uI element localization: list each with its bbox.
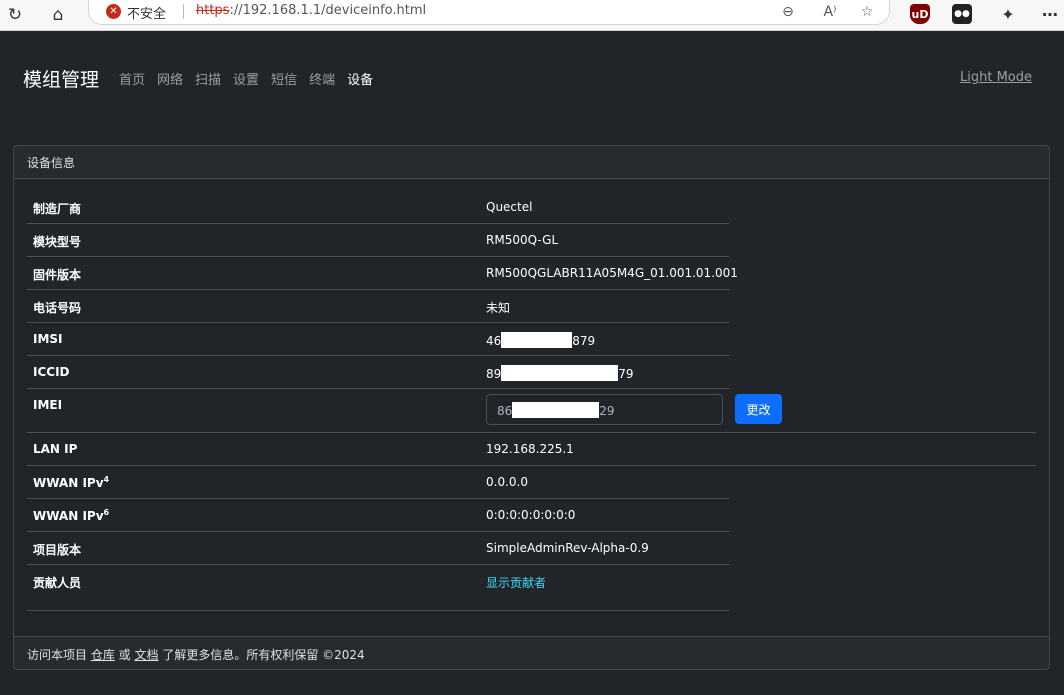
- table-row: 电话号码 未知: [27, 290, 729, 323]
- imei-suffix: 29: [599, 404, 615, 418]
- repo-link[interactable]: 仓库: [91, 648, 115, 662]
- row-label: IMEI: [33, 398, 63, 412]
- insecure-label[interactable]: 不安全: [127, 3, 166, 22]
- row-label: LAN IP: [33, 442, 78, 456]
- footer-suffix: 了解更多信息。所有权利保留 ©2024: [158, 648, 365, 662]
- label-text: WWAN IPv: [33, 476, 104, 490]
- footer-prefix: 访问本项目: [27, 648, 91, 662]
- change-imei-button[interactable]: 更改: [735, 394, 782, 424]
- url-text[interactable]: https://192.168.1.1/deviceinfo.html: [196, 3, 426, 18]
- table-row: 项目版本 SimpleAdminRev-Alpha-0.9: [27, 532, 729, 565]
- iccid-suffix: 79: [618, 367, 634, 381]
- show-contributors-link[interactable]: 显示贡献者: [486, 574, 546, 591]
- table-row: LAN IP 192.168.225.1: [27, 433, 1036, 466]
- row-label: ICCID: [33, 365, 70, 379]
- imei-input[interactable]: 86 29: [486, 394, 723, 425]
- table-row: IMSI 46 879: [27, 323, 729, 356]
- address-divider: [183, 4, 184, 19]
- table-row: IMEI 86 29 更改: [27, 389, 1036, 433]
- row-value: RM500QGLABR11A05M4G_01.001.01.001: [486, 266, 738, 280]
- card-title: 设备信息: [27, 156, 76, 170]
- imsi-suffix: 879: [572, 334, 596, 348]
- row-value: 未知: [486, 301, 511, 315]
- nav-settings[interactable]: 设置: [233, 69, 259, 88]
- row-value: SimpleAdminRev-Alpha-0.9: [486, 541, 649, 555]
- imsi-value: 46 879: [486, 332, 595, 348]
- imei-prefix: 86: [497, 404, 513, 418]
- label-text: WWAN IPv: [33, 509, 104, 523]
- read-aloud-icon[interactable]: A⁾: [819, 1, 841, 23]
- url-path: ://192.168.1.1/deviceinfo.html: [229, 3, 427, 18]
- nav-home[interactable]: 首页: [119, 69, 145, 88]
- row-label: IMSI: [33, 332, 63, 346]
- row-label: WWAN IPv4: [33, 475, 109, 490]
- row-value: 192.168.225.1: [486, 442, 574, 456]
- row-label: 固件版本: [33, 268, 82, 282]
- redaction-block: [501, 365, 619, 381]
- security-warning-icon[interactable]: ✕: [106, 4, 121, 19]
- redaction-block: [501, 332, 573, 348]
- table-row: WWAN IPv6 0:0:0:0:0:0:0:0: [27, 499, 729, 532]
- iccid-value: 89 79: [486, 365, 634, 381]
- mask-extension-icon[interactable]: ●●: [952, 4, 972, 24]
- url-scheme: https: [196, 3, 230, 18]
- row-label: 制造厂商: [33, 202, 82, 216]
- ublock-extension-icon[interactable]: uD: [910, 4, 930, 24]
- card-footer: 访问本项目 仓库 或 文档 了解更多信息。所有权利保留 ©2024: [14, 636, 1049, 669]
- iccid-prefix: 89: [486, 367, 502, 381]
- label-superscript: 4: [103, 475, 110, 484]
- imsi-prefix: 46: [486, 334, 502, 348]
- card-header: 设备信息: [14, 146, 1049, 179]
- nav-terminal[interactable]: 终端: [309, 69, 335, 88]
- row-value: 0.0.0.0: [486, 475, 528, 489]
- row-value: 0:0:0:0:0:0:0:0: [486, 508, 576, 522]
- browser-toolbar: ↻ ⌂ ✕ 不安全 https://192.168.1.1/deviceinfo…: [0, 0, 1064, 31]
- row-label: 项目版本: [33, 543, 82, 557]
- row-value: Quectel: [486, 200, 533, 214]
- table-row: WWAN IPv4 0.0.0.0: [27, 466, 729, 499]
- nav-device[interactable]: 设备: [347, 69, 373, 88]
- table-row: 制造厂商 Quectel: [27, 191, 729, 224]
- favorite-star-icon[interactable]: ☆: [856, 1, 878, 23]
- redaction-block: [512, 402, 600, 418]
- row-value: RM500Q-GL: [486, 233, 559, 247]
- nav-scan[interactable]: 扫描: [195, 69, 221, 88]
- imei-value: 86 29: [497, 402, 615, 418]
- table-row: 贡献人员 显示贡献者: [27, 565, 729, 611]
- row-label: 电话号码: [33, 301, 82, 315]
- nav-sms[interactable]: 短信: [271, 69, 297, 88]
- docs-link[interactable]: 文档: [134, 648, 158, 662]
- row-label: 模块型号: [33, 235, 82, 249]
- browser-menu-icon[interactable]: ⋯: [1040, 4, 1060, 24]
- address-bar[interactable]: ✕ 不安全 https://192.168.1.1/deviceinfo.htm…: [88, 0, 890, 25]
- table-row: ICCID 89 79: [27, 356, 729, 389]
- table-row: 模块型号 RM500Q-GL: [27, 224, 729, 257]
- main-nav: 首页 网络 扫描 设置 短信 终端 设备: [119, 69, 385, 88]
- home-icon[interactable]: ⌂: [45, 2, 71, 28]
- table-row: 固件版本 RM500QGLABR11A05M4G_01.001.01.001: [27, 257, 738, 290]
- label-superscript: 6: [103, 508, 110, 517]
- footer-middle: 或: [114, 648, 135, 662]
- footer-text: 访问本项目 仓库 或 文档 了解更多信息。所有权利保留 ©2024: [27, 646, 365, 663]
- extensions-puzzle-icon[interactable]: ✦: [998, 4, 1018, 24]
- brand-title[interactable]: 模组管理: [23, 65, 99, 92]
- nav-network[interactable]: 网络: [157, 69, 183, 88]
- row-label: WWAN IPv6: [33, 508, 109, 523]
- row-label: 贡献人员: [33, 576, 82, 590]
- reload-icon[interactable]: ↻: [2, 2, 28, 28]
- zoom-out-icon[interactable]: ⊖: [777, 1, 799, 23]
- light-mode-toggle[interactable]: Light Mode: [960, 70, 1032, 85]
